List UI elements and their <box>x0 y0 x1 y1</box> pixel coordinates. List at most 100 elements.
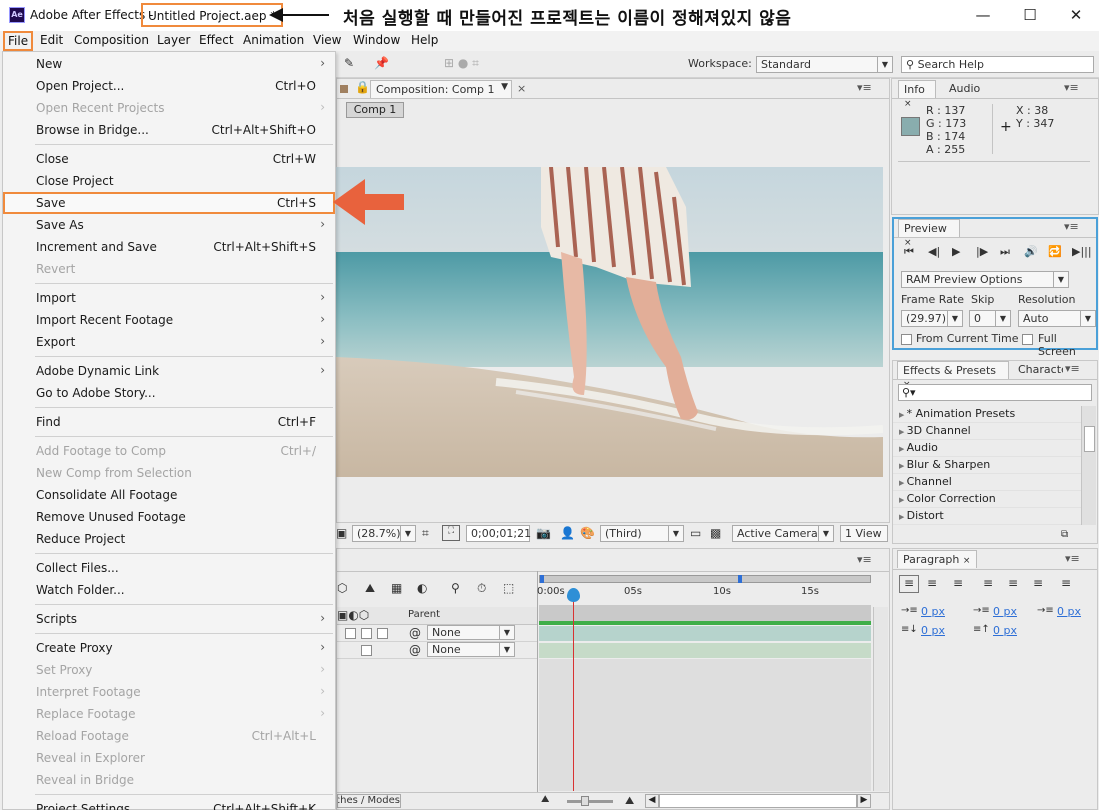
menu-composition[interactable]: Composition <box>71 31 152 51</box>
timecode-field[interactable]: 0;00;01;21 <box>466 525 531 542</box>
timeline-vertical-scrollbar[interactable] <box>873 607 888 791</box>
parent-dropdown[interactable]: None ▼ <box>427 625 515 640</box>
previous-frame-icon[interactable]: ◀| <box>928 245 940 258</box>
menu-window[interactable]: Window <box>350 31 403 51</box>
new-folder-icon[interactable]: ⧉ <box>1061 529 1068 540</box>
scrollbar-thumb[interactable] <box>1084 426 1095 452</box>
effects-category-item[interactable]: ▶ Distort <box>893 508 1081 525</box>
justify-last-left-icon[interactable]: ≡ <box>983 576 993 590</box>
effects-scrollbar[interactable] <box>1081 406 1096 525</box>
panel-menu-icon[interactable]: ▾≡ <box>1065 552 1080 565</box>
close-window-button[interactable]: ✕ <box>1056 2 1096 28</box>
brainstorm-icon[interactable]: ⬚ <box>503 581 514 595</box>
always-preview-icon[interactable]: ▣ <box>336 526 347 540</box>
switch-checkbox[interactable] <box>377 628 388 639</box>
file-menu-item-close[interactable]: Close Ctrl+W <box>3 148 335 170</box>
effects-category-item[interactable]: ▶ 3D Channel <box>893 423 1081 440</box>
scroll-right-icon[interactable]: ▶ <box>857 794 871 808</box>
comp-1-button[interactable]: Comp 1 <box>346 102 404 118</box>
work-area-start-handle[interactable] <box>540 575 544 583</box>
ram-preview-options-dropdown[interactable]: RAM Preview Options ▼ <box>901 271 1069 288</box>
expand-triangle-icon[interactable]: ▶ <box>899 513 907 521</box>
expand-triangle-icon[interactable]: ▶ <box>899 479 907 487</box>
align-right-icon[interactable]: ≡ <box>953 576 963 590</box>
panel-menu-icon[interactable]: ▾≡ <box>857 553 872 566</box>
transparency-grid-icon[interactable]: ▩ <box>710 526 721 540</box>
work-area-bar[interactable] <box>539 575 871 583</box>
close-tab-icon[interactable]: × <box>963 556 971 566</box>
first-frame-icon[interactable]: ⏮ <box>904 245 914 259</box>
stopwatch-icon[interactable]: ⏱ <box>477 581 486 596</box>
frame-blending-icon[interactable]: ▦ <box>391 581 402 595</box>
next-frame-icon[interactable]: |▶ <box>976 245 988 258</box>
lock-icon[interactable]: 🔒 <box>355 80 370 94</box>
tab-effects-presets[interactable]: Effects & Presets × <box>897 361 1009 390</box>
camera-dropdown[interactable]: Active Camera ▼ <box>732 525 834 542</box>
composition-viewer[interactable] <box>336 167 883 477</box>
switch-checkbox[interactable] <box>361 628 372 639</box>
space-after-value[interactable]: 0 px <box>993 624 1017 637</box>
zoom-slider[interactable] <box>567 800 613 803</box>
menu-animation[interactable]: Animation <box>240 31 307 51</box>
expand-triangle-icon[interactable]: ▶ <box>899 462 907 470</box>
switch-checkbox[interactable] <box>361 645 372 656</box>
file-menu-item-save-as[interactable]: Save As › <box>3 214 335 236</box>
grid-icon[interactable]: ⌗ <box>422 526 429 541</box>
file-menu-item-reduce-project[interactable]: Reduce Project <box>3 528 335 550</box>
indent-left-value[interactable]: 0 px <box>921 605 945 618</box>
tab-audio[interactable]: Audio <box>944 80 985 98</box>
file-menu-item-export[interactable]: Export › <box>3 331 335 353</box>
file-menu-item-project-settings[interactable]: Project Settings... Ctrl+Alt+Shift+K <box>3 798 335 810</box>
pin-tool-icon[interactable]: 📌 <box>374 56 389 70</box>
align-center-icon[interactable]: ≡ <box>927 576 937 590</box>
parent-dropdown[interactable]: None ▼ <box>427 642 515 657</box>
zoom-dropdown[interactable]: (28.7%) ▼ <box>352 525 416 542</box>
resolution-dropdown[interactable]: Auto ▼ <box>1018 310 1096 327</box>
menu-view[interactable]: View <box>310 31 344 51</box>
justify-last-center-icon[interactable]: ≡ <box>1008 576 1018 590</box>
search-help-input[interactable]: ⚲ Search Help <box>901 56 1094 73</box>
playhead-handle[interactable] <box>567 588 580 602</box>
pick-whip-icon[interactable]: @ <box>409 626 421 640</box>
ram-preview-icon[interactable]: ▶||| <box>1072 245 1092 258</box>
file-menu-item-collect-files[interactable]: Collect Files... <box>3 557 335 579</box>
effects-category-item[interactable]: ▶ Blur & Sharpen <box>893 457 1081 474</box>
expand-triangle-icon[interactable]: ▶ <box>899 428 907 436</box>
play-icon[interactable]: ▶ <box>952 245 960 258</box>
switch-checkbox[interactable] <box>345 628 356 639</box>
graph-editor-icon[interactable]: ⚲ <box>451 581 460 595</box>
maximize-button[interactable]: ☐ <box>1010 2 1050 28</box>
effects-category-item[interactable]: ▶ Audio <box>893 440 1081 457</box>
fast-previews-icon[interactable]: ▭ <box>690 526 701 540</box>
layer-row[interactable]: @ None ▼ <box>337 625 537 642</box>
shy-layers-icon[interactable]: ◐ <box>417 581 427 595</box>
file-menu-item-close-project[interactable]: Close Project <box>3 170 335 192</box>
justify-last-right-icon[interactable]: ≡ <box>1033 576 1043 590</box>
motion-blur-icon[interactable]: ⛰ <box>365 581 375 596</box>
file-menu-item-new[interactable]: New › <box>3 53 335 75</box>
close-tab-icon[interactable]: × <box>517 82 526 95</box>
zoom-in-icon[interactable]: ⛰ <box>625 794 634 808</box>
frame-rate-dropdown[interactable]: (29.97) ▼ <box>901 310 963 327</box>
brush-tool-icon[interactable]: ✎ <box>344 56 354 70</box>
panel-menu-icon[interactable]: ▾≡ <box>857 81 872 94</box>
file-menu-item-consolidate-all-footage[interactable]: Consolidate All Footage <box>3 484 335 506</box>
work-area-end-handle[interactable] <box>738 575 742 583</box>
menu-help[interactable]: Help <box>408 31 441 51</box>
align-left-icon[interactable]: ≡ <box>899 575 919 593</box>
file-menu-item-go-to-adobe-story[interactable]: Go to Adobe Story... <box>3 382 335 404</box>
3d-draft-icon[interactable]: ⬡ <box>337 581 347 595</box>
tab-character[interactable]: Characte <box>1013 361 1063 379</box>
tab-info[interactable]: Info × <box>898 80 936 109</box>
file-menu-item-find[interactable]: Find Ctrl+F <box>3 411 335 433</box>
effects-search-input[interactable]: ⚲▾ <box>898 384 1092 401</box>
file-menu-item-import-recent-footage[interactable]: Import Recent Footage › <box>3 309 335 331</box>
workspace-dropdown[interactable]: Standard ▼ <box>756 56 893 73</box>
layer-row[interactable]: @ None ▼ <box>337 642 537 659</box>
file-menu-item-create-proxy[interactable]: Create Proxy › <box>3 637 335 659</box>
panel-menu-icon[interactable]: ▾≡ <box>1064 81 1079 94</box>
file-menu-item-watch-folder[interactable]: Watch Folder... <box>3 579 335 601</box>
color-channels-icon[interactable]: 🎨 <box>580 526 595 540</box>
skip-dropdown[interactable]: 0 ▼ <box>969 310 1011 327</box>
zoom-out-icon[interactable]: ⛰ <box>541 794 549 805</box>
